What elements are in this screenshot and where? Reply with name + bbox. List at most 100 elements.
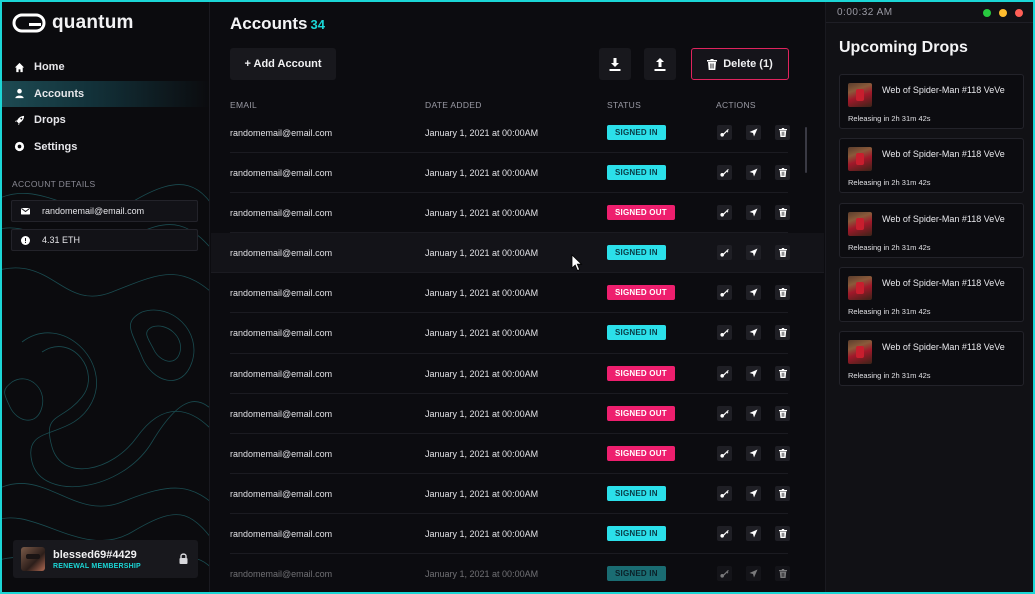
drop-name: Web of Spider-Man #118 VeVe (882, 213, 1005, 224)
download-button[interactable] (599, 48, 631, 80)
drop-card[interactable]: Web of Spider-Man #118 VeVe Releasing in … (839, 138, 1024, 194)
row-send-button[interactable] (746, 245, 761, 261)
close-button[interactable] (1015, 9, 1023, 17)
row-key-button[interactable] (717, 325, 732, 341)
drop-card[interactable]: Web of Spider-Man #118 VeVe Releasing in … (839, 74, 1024, 129)
sidebar-item-drops[interactable]: Drops (2, 107, 209, 133)
row-date: January 1, 2021 at 00:00AM (425, 368, 539, 379)
trash-icon (778, 128, 787, 137)
drop-release-time: Releasing in 2h 31m 42s (848, 371, 931, 381)
row-key-button[interactable] (717, 445, 732, 461)
row-key-button[interactable] (717, 125, 732, 140)
drop-card[interactable]: Web of Spider-Man #118 VeVe Releasing in … (839, 202, 1024, 258)
row-send-button[interactable] (746, 205, 761, 221)
row-delete-button[interactable] (775, 165, 790, 181)
row-key-button[interactable] (717, 165, 732, 181)
row-key-button[interactable] (717, 285, 732, 301)
sidebar-item-settings[interactable]: Settings (2, 134, 209, 160)
page-title: Accounts 34 (230, 14, 325, 34)
mail-icon (21, 208, 30, 215)
row-delete-button[interactable] (775, 405, 790, 421)
table-row[interactable]: randomemail@email.com January 1, 2021 at … (230, 273, 790, 314)
sidebar-item-accounts[interactable]: Accounts (2, 80, 209, 107)
row-key-button[interactable] (717, 205, 732, 221)
row-key-button[interactable] (717, 485, 732, 501)
row-send-button[interactable] (746, 325, 761, 341)
column-email: EMAIL (230, 100, 258, 110)
row-send-button[interactable] (746, 485, 761, 501)
sidebar-item-home[interactable]: Home (2, 54, 209, 80)
row-delete-button[interactable] (775, 365, 790, 381)
trash-icon (778, 528, 787, 538)
row-delete-button[interactable] (775, 285, 790, 301)
table-row[interactable]: randomemail@email.com January 1, 2021 at … (230, 313, 790, 354)
row-send-button[interactable] (746, 525, 761, 541)
user-card[interactable]: blessed69#4429 RENEWAL MEMBERSHIP (13, 540, 198, 578)
table-row[interactable]: randomemail@email.com January 1, 2021 at … (230, 434, 790, 474)
row-delete-button[interactable] (775, 566, 790, 582)
drop-release-time: Releasing in 2h 31m 42s (848, 178, 931, 188)
row-date: January 1, 2021 at 00:00AM (425, 448, 539, 459)
drop-card[interactable]: Web of Spider-Man #118 VeVe Releasing in … (839, 331, 1024, 387)
row-delete-button[interactable] (775, 245, 790, 261)
row-date: January 1, 2021 at 00:00AM (425, 528, 539, 539)
table-row[interactable]: randomemail@email.com January 1, 2021 at … (230, 193, 790, 234)
row-send-button[interactable] (746, 165, 761, 181)
row-key-button[interactable] (717, 405, 732, 421)
table-row[interactable]: randomemail@email.com January 1, 2021 at … (230, 474, 790, 514)
row-email: randomemail@email.com (230, 488, 333, 499)
row-key-button[interactable] (717, 525, 732, 541)
row-email: randomemail@email.com (230, 288, 333, 299)
table-row[interactable]: randomemail@email.com January 1, 2021 at … (211, 233, 824, 274)
table-row[interactable]: randomemail@email.com January 1, 2021 at … (230, 113, 790, 154)
send-icon (749, 328, 758, 337)
row-send-button[interactable] (746, 365, 761, 381)
row-send-button[interactable] (746, 405, 761, 421)
row-date: January 1, 2021 at 00:00AM (425, 248, 539, 259)
row-delete-button[interactable] (775, 205, 790, 221)
row-delete-button[interactable] (775, 445, 790, 461)
row-send-button[interactable] (746, 285, 761, 301)
key-icon (720, 169, 729, 177)
sidebar-nav: Home Accounts Drops Settings (2, 54, 209, 160)
upload-button[interactable] (644, 48, 676, 80)
row-send-button[interactable] (746, 125, 761, 140)
row-key-button[interactable] (717, 365, 732, 381)
row-date: January 1, 2021 at 00:00AM (425, 569, 539, 580)
account-balance: 4.31 ETH (42, 235, 81, 245)
row-email: randomemail@email.com (230, 168, 333, 179)
row-delete-button[interactable] (775, 125, 790, 140)
accounts-panel: Accounts 34 + Add Account Delete (1) EMAI… (211, 2, 824, 592)
minimize-button[interactable] (999, 9, 1007, 17)
table-row[interactable]: randomemail@email.com January 1, 2021 at … (230, 394, 790, 434)
accounts-table: randomemail@email.com January 1, 2021 at … (211, 113, 824, 592)
delete-button[interactable]: Delete (1) (691, 48, 789, 80)
scrollbar[interactable] (805, 127, 807, 173)
table-row[interactable]: randomemail@email.com January 1, 2021 at … (230, 354, 790, 394)
add-account-button[interactable]: + Add Account (230, 48, 336, 80)
membership-link[interactable]: RENEWAL MEMBERSHIP (53, 563, 141, 570)
row-delete-button[interactable] (775, 485, 790, 501)
trash-icon (778, 168, 787, 178)
table-row[interactable]: randomemail@email.com January 1, 2021 at … (230, 153, 790, 194)
table-row[interactable]: randomemail@email.com January 1, 2021 at … (230, 514, 790, 555)
row-send-button[interactable] (746, 445, 761, 461)
status-badge: SIGNED IN (607, 566, 666, 582)
row-key-button[interactable] (717, 566, 732, 582)
drop-thumbnail (848, 211, 872, 236)
row-delete-button[interactable] (775, 525, 790, 541)
row-date: January 1, 2021 at 00:00AM (425, 168, 539, 179)
row-date: January 1, 2021 at 00:00AM (425, 408, 539, 419)
drop-card[interactable]: Web of Spider-Man #118 VeVe Releasing in … (839, 266, 1024, 322)
send-icon (749, 569, 758, 578)
row-key-button[interactable] (717, 245, 732, 261)
maximize-button[interactable] (983, 9, 991, 17)
trash-icon (778, 208, 787, 218)
status-badge: SIGNED OUT (607, 285, 675, 301)
status-badge: SIGNED IN (607, 525, 666, 541)
send-icon (749, 208, 758, 217)
row-delete-button[interactable] (775, 325, 790, 341)
row-send-button[interactable] (746, 566, 761, 582)
table-row[interactable]: randomemail@email.com January 1, 2021 at … (230, 554, 790, 592)
lock-icon[interactable] (179, 553, 188, 564)
